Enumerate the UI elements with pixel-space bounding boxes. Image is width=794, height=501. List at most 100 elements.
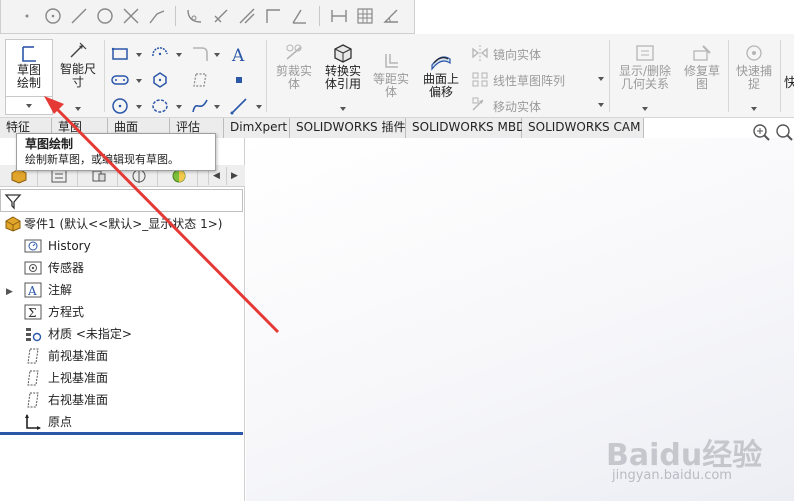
feature-manager-pane: ◀ ▶ 零件1 (默认<<默认>_显示状态 1>) History 传感器 ▶ … (0, 138, 245, 501)
chevron-down-icon[interactable] (214, 53, 220, 57)
chevron-down-icon[interactable] (136, 79, 142, 83)
annotation-icon: A (24, 282, 42, 298)
smart-dimension-icon (70, 42, 87, 58)
history-icon (24, 238, 42, 254)
zoom-to-area-icon[interactable] (774, 122, 794, 142)
point-icon[interactable] (229, 70, 249, 90)
rapid-snaps-button[interactable]: 快速捕捉 (732, 43, 776, 111)
repair-sketch-icon (693, 45, 711, 61)
sensor-icon (24, 260, 42, 276)
move-entities-icon[interactable] (470, 95, 490, 115)
equation-icon: Σ (24, 304, 42, 320)
tree-expand-annotations[interactable]: ▶ (6, 280, 13, 300)
display-delete-relations-button[interactable]: 显示/删除几何关系 (614, 43, 676, 111)
rectangle-icon[interactable] (110, 44, 130, 64)
offset-entities-icon (385, 54, 398, 68)
linear-pattern-button[interactable]: 线性草图阵列 (493, 72, 565, 89)
ellipse-icon[interactable] (150, 96, 170, 116)
plane-icon[interactable] (190, 70, 210, 90)
chevron-down-icon (340, 107, 346, 111)
chevron-down-icon (26, 104, 32, 108)
rapid-snaps-icon (746, 45, 762, 61)
chevron-down-icon[interactable] (176, 105, 182, 109)
tab-solidworks-cam[interactable]: SOLIDWORKS CAM (522, 118, 644, 138)
repair-sketch-label: 修复草图 (683, 64, 720, 91)
offset-on-surface-button[interactable]: 曲面上偏移 (418, 51, 464, 99)
offset-on-surface-label: 曲面上偏移 (422, 72, 459, 99)
angle-icon[interactable] (381, 6, 401, 26)
convert-entities-button[interactable]: 转换实体引用 (320, 43, 366, 111)
center-point-circle-icon[interactable] (43, 6, 63, 26)
tree-item-label: 注解 (48, 283, 73, 297)
parallelogram-icon[interactable] (289, 6, 309, 26)
chevron-down-icon[interactable] (598, 77, 604, 81)
display-delete-relations-label: 显示/删除几何关系 (618, 64, 672, 91)
circle-icon[interactable] (95, 6, 115, 26)
move-entities-button[interactable]: 移动实体 (493, 98, 541, 115)
tooltip-description: 绘制新草图，或编辑现有草图。 (25, 153, 179, 166)
tab-solidworks-mbd[interactable]: SOLIDWORKS MBD (406, 118, 525, 138)
tabs-scroll-right[interactable]: ▶ (226, 167, 242, 185)
mirror-icon[interactable] (470, 43, 490, 63)
overflow-button[interactable]: 快 (784, 72, 794, 91)
grid-icon[interactable] (355, 6, 375, 26)
part-name: 零件1 (默认<<默认>_显示状态 1>) (24, 217, 223, 231)
text-icon[interactable]: A (229, 44, 249, 66)
fillet-icon[interactable] (190, 44, 210, 64)
chamfer-icon[interactable] (211, 6, 231, 26)
plane-icon (24, 370, 42, 386)
command-manager-ribbon: 草图绘制 智能尺寸 A 剪裁实体 转换实体引用 等距实体 曲面上偏移 镜向实体 … (0, 34, 794, 118)
chevron-down-icon[interactable] (136, 53, 142, 57)
fillet-icon[interactable] (185, 6, 205, 26)
circle-icon[interactable] (110, 96, 130, 116)
spline-icon[interactable] (190, 96, 210, 116)
material-icon (24, 326, 42, 342)
trim-entities-button[interactable]: 剪裁实体 (272, 43, 316, 91)
relations-icon (636, 45, 654, 61)
point-icon[interactable] (17, 6, 37, 26)
tab-solidworks-addins[interactable]: SOLIDWORKS 插件 (290, 118, 406, 138)
sketch-dropdown[interactable] (6, 96, 52, 114)
convert-entities-icon (334, 44, 352, 63)
baidu-watermark: Baidu经验 jingyan.baidu.com (606, 430, 786, 490)
offset-on-surface-icon (431, 56, 451, 71)
chevron-down-icon[interactable] (176, 53, 182, 57)
svg-text:Σ: Σ (28, 306, 36, 320)
linear-pattern-icon[interactable] (470, 69, 490, 89)
origin-icon (24, 414, 42, 430)
sketch-tooltip: 草图绘制 绘制新草图，或编辑现有草图。 (16, 133, 216, 171)
trim-icon[interactable] (121, 6, 141, 26)
zoom-to-fit-icon[interactable] (751, 122, 771, 142)
mirror-entities-button[interactable]: 镜向实体 (493, 46, 541, 63)
dimension-icon[interactable] (329, 6, 349, 26)
chevron-down-icon[interactable] (136, 105, 142, 109)
extend-icon[interactable] (147, 6, 167, 26)
line-icon[interactable] (229, 96, 249, 116)
corner-rectangle-icon[interactable] (263, 6, 283, 26)
chevron-right-icon: ▶ (6, 287, 13, 297)
slot-icon[interactable] (110, 70, 130, 90)
rollback-bar[interactable] (0, 432, 243, 435)
offset-entities-button[interactable]: 等距实体 (369, 51, 413, 99)
tree-item-label: 前视基准面 (48, 349, 109, 363)
tab-dimxpert[interactable]: DimXpert (224, 118, 290, 138)
chevron-down-icon[interactable] (598, 103, 604, 107)
line-icon[interactable] (69, 6, 89, 26)
part-icon (4, 216, 22, 232)
plane-icon (24, 392, 42, 408)
polygon-icon[interactable] (150, 70, 170, 90)
convert-entities-label: 转换实体引用 (324, 64, 361, 91)
tree-item-label: 右视基准面 (48, 393, 109, 407)
rapid-snaps-label: 快速捕捉 (735, 64, 772, 91)
tree-filter-box[interactable] (0, 189, 243, 212)
repair-sketch-button[interactable]: 修复草图 (680, 43, 724, 91)
tree-item-label: 方程式 (48, 305, 85, 319)
chevron-down-icon[interactable] (214, 105, 220, 109)
chevron-down-icon[interactable] (256, 105, 262, 109)
tree-item-label: 传感器 (48, 261, 85, 275)
arc-icon[interactable] (150, 44, 170, 64)
smart-dimension-button[interactable]: 智能尺寸 (56, 41, 100, 111)
sketch-button[interactable]: 草图绘制 (5, 39, 53, 115)
tree-item-label: 材质 <未指定> (48, 327, 132, 341)
construction-line-icon[interactable] (237, 6, 257, 26)
